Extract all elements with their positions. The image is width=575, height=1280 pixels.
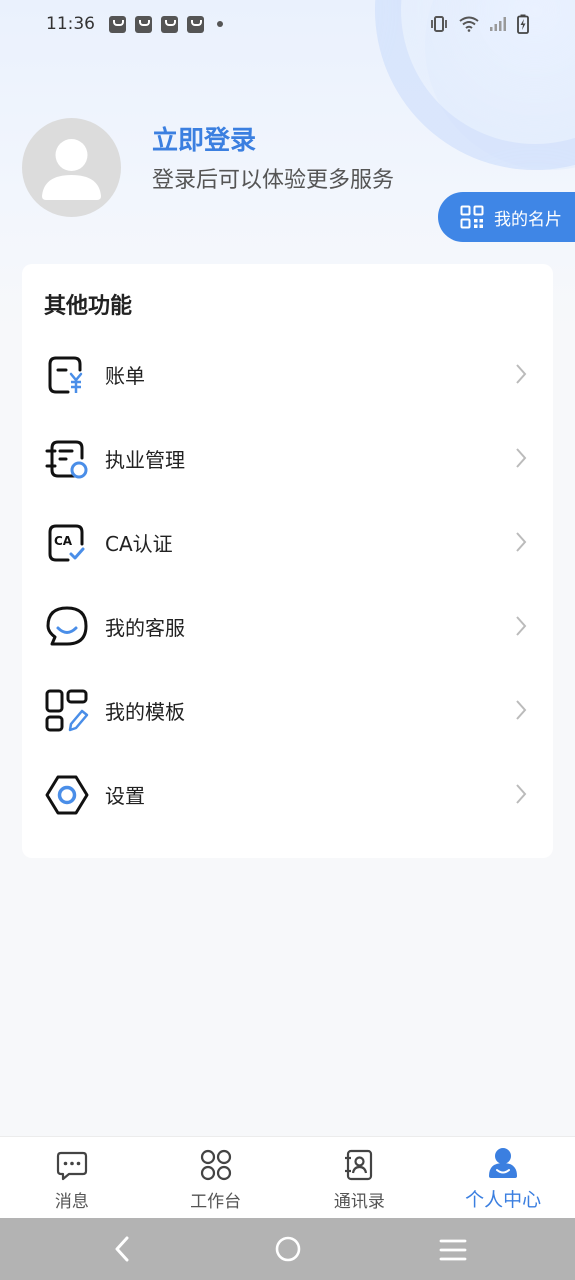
contacts-icon <box>345 1149 373 1181</box>
shopping-bag-icon <box>135 15 152 33</box>
nav-tab-workbench[interactable]: 工作台 <box>144 1137 288 1219</box>
chevron-right-icon <box>516 616 527 636</box>
menu-item-label: 我的模板 <box>105 699 185 724</box>
back-icon[interactable] <box>113 1236 131 1262</box>
nav-label: 个人中心 <box>465 1189 542 1211</box>
shopping-bag-icon <box>161 15 178 33</box>
menu-item-settings[interactable]: 设置 <box>22 752 553 836</box>
nav-tab-contacts[interactable]: 通讯录 <box>288 1137 432 1219</box>
menu-item-customer-service[interactable]: 我的客服 <box>22 584 553 668</box>
section-title: 其他功能 <box>44 294 133 319</box>
nav-label: 通讯录 <box>333 1192 385 1212</box>
menu-item-bill[interactable]: 账单 <box>22 332 553 416</box>
wifi-icon <box>459 16 479 32</box>
practice-management-icon <box>45 440 88 479</box>
system-navigation-bar <box>0 1218 575 1280</box>
avatar[interactable] <box>22 118 121 217</box>
bottom-navigation: 消息 工作台 通讯录 个人中心 <box>0 1136 575 1218</box>
menu-item-label: CA认证 <box>105 531 173 556</box>
chevron-right-icon <box>516 532 527 552</box>
menu-item-ca-certificate[interactable]: CA CA认证 <box>22 500 553 584</box>
login-subtitle: 登录后可以体验更多服务 <box>152 168 395 193</box>
chevron-right-icon <box>516 784 527 804</box>
svg-text:CA: CA <box>54 534 73 548</box>
nav-label: 消息 <box>54 1192 89 1212</box>
nav-label: 工作台 <box>190 1192 242 1212</box>
menu-icon[interactable] <box>439 1238 467 1262</box>
shopping-bag-icon <box>109 15 126 33</box>
login-link[interactable]: 立即登录 <box>152 120 256 157</box>
bill-icon <box>48 356 83 394</box>
ca-certificate-icon: CA <box>48 524 85 562</box>
template-icon <box>45 689 89 732</box>
status-time: 11:36 <box>46 14 95 34</box>
vibrate-icon <box>431 16 447 32</box>
menu-item-practice-management[interactable]: 执业管理 <box>22 416 553 500</box>
chevron-right-icon <box>516 700 527 720</box>
shopping-bag-icon <box>187 15 204 33</box>
my-business-card-button[interactable]: 我的名片 <box>438 192 575 242</box>
workbench-icon <box>200 1149 231 1181</box>
status-bar: 11:36 <box>0 0 575 48</box>
battery-charging-icon <box>517 14 529 34</box>
message-icon <box>56 1151 87 1181</box>
nav-tab-messages[interactable]: 消息 <box>0 1137 144 1219</box>
menu-item-label: 账单 <box>105 363 145 388</box>
settings-icon <box>45 775 89 815</box>
menu-item-label: 我的客服 <box>105 615 185 640</box>
signal-icon <box>490 17 506 31</box>
menu-item-label: 设置 <box>105 783 145 808</box>
home-icon[interactable] <box>274 1235 302 1263</box>
menu-item-label: 执业管理 <box>105 447 185 472</box>
my-business-card-label: 我的名片 <box>494 209 562 230</box>
more-notifications-dot <box>217 21 223 27</box>
menu-item-templates[interactable]: 我的模板 <box>22 668 553 752</box>
chevron-right-icon <box>516 448 527 468</box>
other-functions-card: 其他功能 账单 执业管理 CA CA认证 我的客服 我的模板 设置 <box>22 264 553 858</box>
user-placeholder-icon <box>42 139 101 200</box>
customer-service-icon <box>46 606 88 646</box>
profile-icon <box>489 1148 518 1178</box>
qr-code-icon <box>460 205 484 229</box>
nav-tab-profile[interactable]: 个人中心 <box>431 1137 575 1219</box>
chevron-right-icon <box>516 364 527 384</box>
